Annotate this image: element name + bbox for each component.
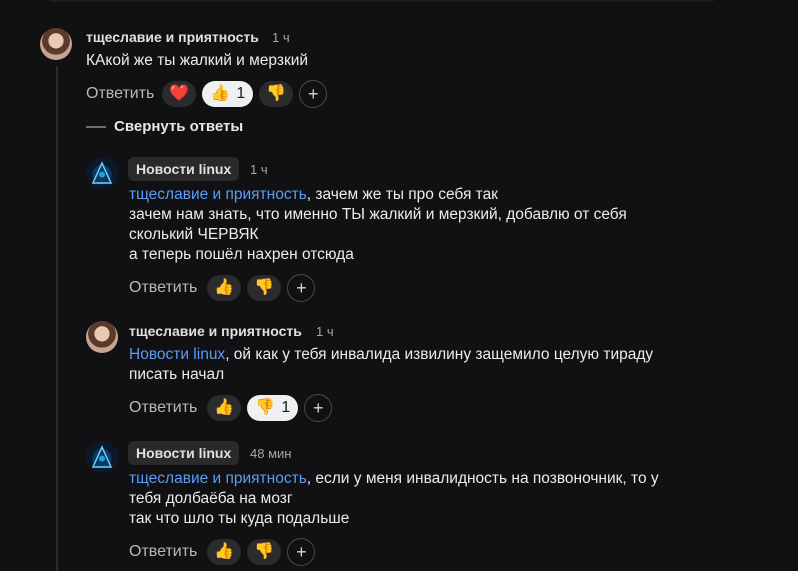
comment-line: так что шло ты куда подальше: [129, 510, 350, 527]
heart-icon: ❤️: [169, 85, 190, 102]
comment-line: а теперь пошёл нахрен отсюда: [129, 246, 354, 263]
avatar-image: [91, 445, 113, 468]
reaction-like[interactable]: 👍 1: [202, 81, 254, 107]
reaction-like[interactable]: 👍: [207, 539, 242, 565]
comment-text: КАкой же ты жалкий и мерзкий: [86, 51, 308, 71]
thumbs-up-icon: 👍: [210, 85, 231, 102]
avatar[interactable]: [86, 321, 118, 353]
avatar[interactable]: [86, 157, 118, 189]
add-reaction-button[interactable]: +: [287, 274, 316, 302]
reaction-dislike[interactable]: 👎: [247, 539, 282, 565]
reaction-dislike[interactable]: 👎: [247, 275, 282, 301]
thumbs-up-icon: 👍: [214, 543, 235, 560]
thumbs-up-icon: 👍: [214, 399, 235, 416]
comment-line: тебя долбаёба на мозг: [129, 490, 293, 507]
reaction-like[interactable]: 👍: [207, 395, 242, 421]
comment-actions: Ответить ❤️ 👍 1 👎 +: [86, 80, 333, 108]
comment-line: сколький ЧЕРВЯК: [129, 226, 259, 243]
comment-text: тщеславие и приятность, если у меня инва…: [129, 469, 659, 529]
thumbs-up-icon: 👍: [214, 279, 235, 296]
reply-button[interactable]: Ответить: [86, 85, 154, 103]
previous-comment-box: [46, 0, 718, 2]
mention-link[interactable]: Новости linux: [129, 346, 225, 363]
comment-author[interactable]: Новости linux: [128, 441, 240, 465]
comment-text: Новости linux, ой как у тебя инвалида из…: [129, 345, 653, 385]
comment-line: , ой как у тебя инвалида извилину защеми…: [225, 346, 654, 363]
thumbs-down-icon: 👎: [254, 279, 275, 296]
comment-line: зачем нам знать, что именно ТЫ жалкий и …: [129, 206, 627, 223]
reaction-count: 1: [281, 399, 291, 416]
reaction-dislike[interactable]: 👎: [259, 81, 294, 107]
comment-line: , зачем же ты про себя так: [306, 186, 498, 203]
reaction-count: 1: [236, 85, 246, 102]
comment-line: КАкой же ты жалкий и мерзкий: [86, 52, 309, 69]
comment-time: 1 ч: [250, 162, 268, 177]
comment-line: писать начал: [129, 366, 225, 383]
comment-time: 48 мин: [250, 446, 292, 461]
mention-link[interactable]: тщеславие и приятность: [129, 470, 307, 487]
reply-button[interactable]: Ответить: [129, 543, 197, 561]
reaction-dislike[interactable]: 👎 1: [247, 395, 299, 421]
comment-text: тщеславие и приятность, зачем же ты про …: [129, 185, 627, 265]
reply-button[interactable]: Ответить: [129, 279, 197, 297]
comment-actions: Ответить 👍 👎 +: [129, 274, 321, 302]
reply-button[interactable]: Ответить: [129, 399, 197, 417]
comment-actions: Ответить 👍 👎 +: [129, 538, 321, 566]
thumbs-down-icon: 👎: [255, 399, 276, 416]
comment-time: 1 ч: [272, 30, 290, 45]
avatar[interactable]: [86, 441, 118, 473]
avatar-image: [91, 161, 113, 184]
thread-line: [56, 66, 58, 571]
add-reaction-button[interactable]: +: [287, 538, 316, 566]
add-reaction-button[interactable]: +: [299, 80, 328, 108]
comment-time: 1 ч: [316, 324, 334, 339]
thumbs-down-icon: 👎: [266, 85, 287, 102]
collapse-replies-button[interactable]: Свернуть ответы: [86, 118, 243, 135]
thumbs-down-icon: 👎: [254, 543, 275, 560]
avatar[interactable]: [40, 28, 72, 60]
reaction-like[interactable]: 👍: [207, 275, 242, 301]
comment-author[interactable]: тщеславие и приятность: [86, 29, 259, 45]
comment-author[interactable]: Новости linux: [128, 157, 240, 181]
mention-link[interactable]: тщеславие и приятность: [129, 186, 307, 203]
collapse-dash: [86, 125, 106, 128]
comment-actions: Ответить 👍 👎 1 +: [129, 394, 338, 422]
comment-line: , если у меня инвалидность на позвоночни…: [306, 470, 659, 487]
add-reaction-button[interactable]: +: [304, 394, 333, 422]
collapse-label: Свернуть ответы: [114, 118, 244, 135]
reaction-heart[interactable]: ❤️: [162, 81, 197, 107]
comment-author[interactable]: тщеславие и приятность: [129, 323, 302, 339]
